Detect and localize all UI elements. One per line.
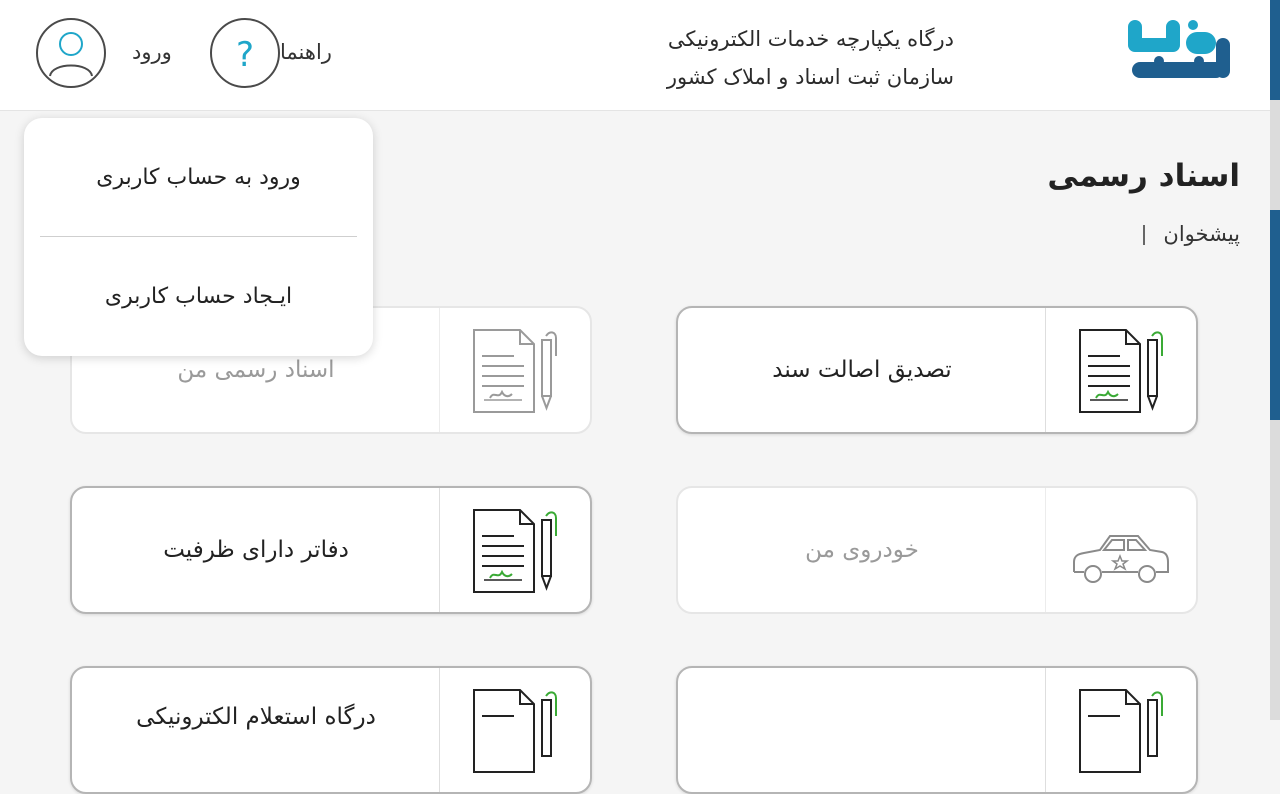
question-mark-icon: ? (236, 35, 254, 75)
window-edge (1270, 0, 1280, 720)
login-account-option[interactable]: ورود به حساب کاربری (24, 118, 373, 236)
card-electronic-inquiry[interactable]: درگاه استعلام الکترونیکی (70, 666, 592, 794)
login-dropdown: ورود به حساب کاربری ایـجاد حساب کاربری (24, 118, 373, 356)
card-icon-area (1045, 488, 1196, 612)
card-label: تصدیق اصالت سند (772, 357, 952, 383)
login-button[interactable] (36, 18, 106, 88)
create-account-option[interactable]: ایـجاد حساب کاربری (24, 237, 373, 355)
signed-document-icon (473, 689, 557, 773)
car-icon (1073, 535, 1169, 583)
help-label[interactable]: راهنما (280, 40, 332, 64)
breadcrumb-separator (1143, 225, 1146, 245)
user-icon (49, 32, 93, 77)
card-label (678, 668, 1046, 792)
signed-document-icon (473, 509, 557, 593)
card-offices-with-capacity[interactable]: دفاتر دارای ظرفیت (70, 486, 592, 614)
card-icon-area (439, 308, 590, 432)
login-label[interactable]: ورود (132, 40, 172, 64)
card-label: درگاه استعلام الکترونیکی (136, 704, 376, 730)
portal-title-line1: درگاه یکپارچه خدمات الکترونیکی (667, 27, 954, 51)
card-my-car[interactable]: خودروی من (676, 486, 1198, 614)
logo[interactable] (1124, 18, 1232, 88)
card-service[interactable] (676, 666, 1198, 794)
logo-icon (1128, 20, 1230, 78)
card-document-authenticity[interactable]: تصدیق اصالت سند (676, 306, 1198, 434)
portal-title: درگاه یکپارچه خدمات الکترونیکی سازمان ثب… (667, 20, 954, 96)
signed-document-icon (1079, 329, 1163, 413)
help-button[interactable]: ? (210, 18, 280, 88)
breadcrumb-dashboard[interactable]: پیشخوان (1163, 222, 1240, 246)
page-title: اسناد رسمی (1047, 158, 1240, 194)
card-icon-area (439, 668, 590, 792)
breadcrumb[interactable]: پیشخوان (1143, 222, 1240, 246)
card-icon-area (1045, 668, 1196, 792)
card-label: دفاتر دارای ظرفیت (163, 537, 349, 563)
top-header: درگاه یکپارچه خدمات الکترونیکی سازمان ثب… (0, 0, 1270, 111)
signed-document-icon (1079, 689, 1163, 773)
card-icon-area (439, 488, 590, 612)
portal-title-line2: سازمان ثبت اسناد و املاک کشور (666, 65, 954, 89)
card-label: خودروی من (805, 537, 919, 563)
card-icon-area (1045, 308, 1196, 432)
svg-text:?: ? (236, 35, 254, 75)
signed-document-icon (473, 329, 557, 413)
